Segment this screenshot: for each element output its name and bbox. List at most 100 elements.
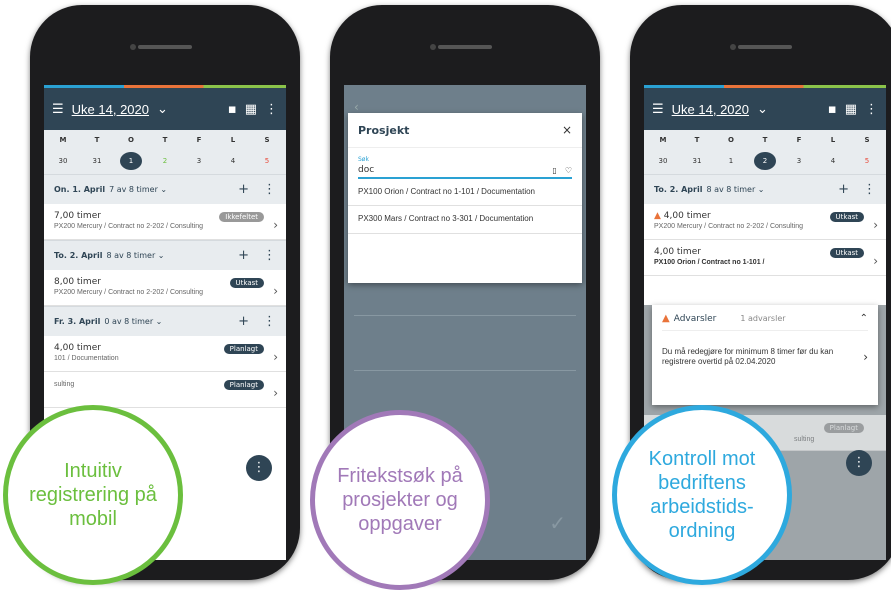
chevron-up-icon[interactable]: ⌃	[860, 313, 868, 324]
bookmark-icon[interactable]: ▯	[552, 166, 556, 175]
heart-icon[interactable]: ♡	[565, 166, 572, 175]
more-icon[interactable]: ⋮	[865, 102, 878, 117]
time-entry[interactable]: 4,00 timer 101 / Documentation Planlagt ›	[44, 336, 286, 372]
day-number[interactable]: 31	[86, 157, 108, 165]
group-hours: 8 av 8 timer	[106, 251, 156, 260]
menu-icon[interactable]: ☰	[652, 102, 664, 117]
chevron-down-icon[interactable]: ⌄	[157, 102, 168, 117]
selected-day: 1	[120, 152, 142, 170]
chevron-down-icon: ⌄	[155, 251, 165, 260]
gift-icon[interactable]: ▪	[828, 102, 837, 117]
day-letter: F	[796, 136, 802, 144]
close-icon[interactable]: ×	[562, 123, 572, 137]
day-group-header[interactable]: Fr. 3. April 0 av 8 timer ⌄ + ⋮	[44, 306, 286, 336]
day-letter: S	[864, 136, 870, 144]
day-number[interactable]: 3	[788, 157, 810, 165]
day-letter: T	[94, 136, 100, 144]
warning-icon: ▲	[662, 313, 670, 324]
day-group-header[interactable]: On. 1. April 7 av 8 timer ⌄ + ⋮	[44, 174, 286, 204]
time-entry[interactable]: 4,00 timer PX100 Orion / Contract no 1-1…	[644, 240, 886, 276]
day-letter: O	[728, 136, 734, 144]
day-letter: M	[659, 136, 667, 144]
search-label: Søk	[358, 156, 369, 163]
camera	[730, 44, 736, 50]
gift-icon[interactable]: ▪	[228, 102, 237, 117]
entry-hours: 4,00 timer	[663, 211, 711, 221]
day-letter: T	[162, 136, 168, 144]
day-number[interactable]: 4	[222, 157, 244, 165]
status-badge: Planlagt	[823, 423, 864, 433]
more-icon[interactable]: ⋮	[263, 248, 276, 263]
day-letter: T	[694, 136, 700, 144]
day-number[interactable]: 1	[720, 157, 742, 165]
entry-project: PX200 Mercury / Contract no 2-202 / Cons…	[654, 223, 804, 230]
chevron-down-icon: ⌄	[153, 317, 163, 326]
add-icon[interactable]: +	[238, 182, 249, 197]
entry-project: 101 / Documentation	[54, 355, 119, 362]
group-hours: 8 av 8 timer	[706, 185, 756, 194]
day-number[interactable]: 5	[856, 157, 878, 165]
warning-icon: ▲	[654, 211, 661, 221]
modal-title: Prosjekt	[358, 123, 410, 137]
group-date: To. 2. April	[54, 251, 103, 260]
day-letter: L	[230, 136, 236, 144]
day-number[interactable]: 3	[188, 157, 210, 165]
time-entry[interactable]: ▲ 4,00 timer PX200 Mercury / Contract no…	[644, 204, 886, 240]
entry-project: PX100 Orion / Contract no 1-101 /	[654, 259, 765, 266]
entry-project: PX200 Mercury / Contract no 2-202 / Cons…	[54, 223, 204, 230]
entry-project: PX200 Mercury / Contract no 2-202 / Cons…	[54, 289, 204, 296]
bg-check-icon: ✓	[549, 511, 566, 535]
week-days: M T O T F L S 30 31 1 2 3 4 5	[44, 130, 286, 174]
status-badge: Planlagt	[223, 380, 264, 390]
time-entry[interactable]: 7,00 timer PX200 Mercury / Contract no 2-…	[44, 204, 286, 240]
week-title[interactable]: Uke 14, 2020	[672, 102, 749, 117]
day-group-header[interactable]: To. 2. April 8 av 8 timer ⌄ + ⋮	[644, 174, 886, 204]
search-result-item[interactable]: PX100 Orion / Contract no 1-101 / Docume…	[348, 179, 582, 207]
day-group-header[interactable]: To. 2. April 8 av 8 timer ⌄ + ⋮	[44, 240, 286, 270]
chevron-down-icon[interactable]: ⌄	[757, 102, 768, 117]
day-number[interactable]: 31	[686, 157, 708, 165]
app-header: ☰ Uke 14, 2020 ⌄ ▪ ▦ ⋮	[44, 88, 286, 130]
calendar-icon[interactable]: ▦	[845, 102, 857, 117]
camera	[430, 44, 436, 50]
caption-text: Kontroll mot bedriftens arbeidstids-ordn…	[648, 448, 756, 542]
time-entry[interactable]: sulting Planlagt ›	[44, 372, 286, 408]
group-date: Fr. 3. April	[54, 317, 101, 326]
search-input[interactable]: doc	[358, 165, 552, 175]
day-letter: L	[830, 136, 836, 144]
warning-title: Advarsler	[673, 313, 717, 324]
group-hours: 0 av 8 timer	[104, 317, 154, 326]
caption-text: Fritekstsøk på prosjekter og oppgaver	[337, 465, 463, 535]
more-fab-button[interactable]: ⋮	[846, 450, 872, 476]
add-icon[interactable]: +	[238, 314, 249, 329]
day-number[interactable]: 30	[652, 157, 674, 165]
menu-icon[interactable]: ☰	[52, 102, 64, 117]
more-icon[interactable]: ⋮	[263, 314, 276, 329]
more-icon[interactable]: ⋮	[863, 182, 876, 197]
day-number[interactable]: 4	[822, 157, 844, 165]
add-icon[interactable]: +	[238, 248, 249, 263]
day-letter: O	[128, 136, 134, 144]
more-icon[interactable]: ⋮	[265, 102, 278, 117]
more-icon[interactable]: ⋮	[263, 182, 276, 197]
week-title[interactable]: Uke 14, 2020	[72, 102, 149, 117]
calendar-icon[interactable]: ▦	[245, 102, 257, 117]
selected-day: 2	[754, 152, 776, 170]
speaker	[138, 45, 192, 49]
caption-text: Intuitiv registrering på mobil	[29, 460, 157, 530]
day-number[interactable]: 2	[754, 152, 776, 170]
chevron-right-icon: ›	[273, 284, 278, 298]
day-number[interactable]: 2	[154, 157, 176, 165]
chevron-right-icon[interactable]: ›	[863, 350, 868, 364]
day-number[interactable]: 5	[256, 157, 278, 165]
app-header: ☰ Uke 14, 2020 ⌄ ▪ ▦ ⋮	[644, 88, 886, 130]
time-entry[interactable]: 8,00 timer PX200 Mercury / Contract no 2-…	[44, 270, 286, 306]
status-badge: Utkast	[829, 248, 864, 258]
more-fab-button[interactable]: ⋮	[246, 455, 272, 481]
search-result-item[interactable]: PX300 Mars / Contract no 3-301 / Documen…	[348, 206, 582, 234]
day-number[interactable]: 30	[52, 157, 74, 165]
caption-circle-3: Kontroll mot bedriftens arbeidstids-ordn…	[612, 405, 792, 585]
chevron-right-icon: ›	[273, 386, 278, 400]
add-icon[interactable]: +	[838, 182, 849, 197]
day-number[interactable]: 1	[120, 152, 142, 170]
